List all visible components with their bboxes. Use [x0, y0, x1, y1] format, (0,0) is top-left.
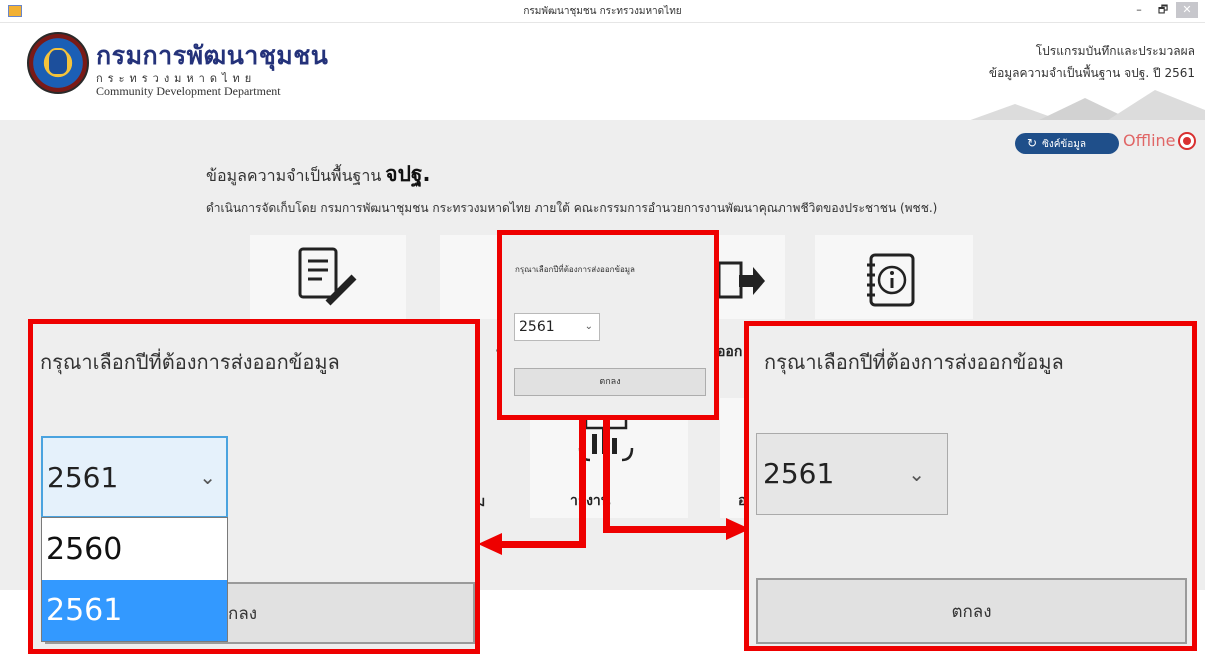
chevron-down-icon: ⌄ [199, 465, 216, 489]
brand-english-name: Community Development Department [96, 84, 281, 98]
maximize-button[interactable]: 🗗 [1152, 2, 1174, 18]
dialog-dropdown-zoom: กรุณาเลือกปีที่ต้องการส่งออกข้อมูล ตกลง … [28, 319, 480, 654]
document-edit-icon [298, 247, 357, 306]
tile-data-entry[interactable] [250, 235, 406, 319]
year-option[interactable]: 2560 [42, 520, 227, 580]
window-titlebar: กรมพัฒนาชุมชน กระทรวงมหาดไทย – 🗗 ✕ [0, 0, 1205, 23]
tile-import[interactable] [440, 235, 500, 319]
year-select[interactable]: 2561 ⌄ [514, 313, 600, 341]
dialog-title-zoom: กรุณาเลือกปีที่ต้องการส่งออกข้อมูล [40, 350, 340, 374]
minimize-button[interactable]: – [1128, 2, 1150, 18]
tile-about[interactable] [815, 235, 973, 319]
chevron-down-icon: ⌄ [908, 462, 925, 486]
dialog-title: กรุณาเลือกปีที่ต้องการส่งออกข้อมูล [515, 265, 635, 274]
refresh-icon: ↻ [1027, 136, 1038, 150]
tile-export-label: ออก [717, 344, 743, 360]
dialog-title-zoom-right: กรุณาเลือกปีที่ต้องการส่งออกข้อมูล [764, 350, 1064, 374]
export-arrow-icon [717, 261, 765, 299]
offline-indicator-icon [1178, 132, 1196, 150]
sync-label: ซิงค์ข้อมูล [1042, 139, 1086, 150]
roofs-decoration [965, 90, 1205, 122]
year-select-zoom-value: 2561 [47, 461, 119, 494]
connector-vertical-right [603, 418, 610, 533]
tile-export[interactable] [715, 235, 785, 319]
year-option-selected[interactable]: 2561 [42, 580, 227, 641]
department-seal-logo [27, 32, 89, 94]
ok-button-zoom-right[interactable]: ตกลง [756, 578, 1187, 644]
program-subtitle: ข้อมูลความจำเป็นพื้นฐาน จปฐ. ปี 2561 [988, 66, 1195, 80]
year-select-zoom-right-value: 2561 [763, 457, 835, 490]
year-select-zoom-right[interactable]: 2561 ⌄ [756, 433, 948, 515]
connector-vertical-left [579, 418, 586, 548]
program-title: โปรแกรมบันทึกและประมวลผล [1035, 44, 1195, 58]
year-dropdown-list: 2560 2561 [41, 517, 228, 642]
seal-emblem [47, 48, 69, 76]
info-book-icon [867, 253, 915, 307]
chevron-down-icon: ⌄ [584, 321, 593, 332]
ok-button[interactable]: ตกลง [514, 368, 706, 396]
close-button[interactable]: ✕ [1176, 2, 1198, 18]
dialog-closed-zoom: กรุณาเลือกปีที่ต้องการส่งออกข้อมูล 2561 … [744, 321, 1197, 651]
heading-prefix: ข้อมูลความจำเป็นพื้นฐาน [206, 166, 382, 185]
window-title: กรมพัฒนาชุมชน กระทรวงมหาดไทย [523, 6, 682, 17]
connector-horizontal-left [500, 541, 586, 548]
dialog-original-highlight: กรุณาเลือกปีที่ต้องการส่งออกข้อมูล 2561 … [497, 230, 719, 420]
page-description: ดำเนินการจัดเก็บโดย กรมการพัฒนาชุมชน กระ… [206, 201, 938, 215]
page-heading: ข้อมูลความจำเป็นพื้นฐาน จปฐ. [206, 158, 430, 191]
offline-status: Offline [1123, 131, 1176, 150]
arrow-left-icon [478, 533, 502, 555]
year-select-value: 2561 [519, 319, 555, 335]
year-select-zoom[interactable]: 2561 ⌄ [41, 436, 228, 518]
sync-data-button[interactable]: ↻ ซิงค์ข้อมูล [1015, 133, 1119, 154]
connector-horizontal-right [603, 526, 728, 533]
heading-emphasis: จปฐ. [385, 162, 431, 186]
